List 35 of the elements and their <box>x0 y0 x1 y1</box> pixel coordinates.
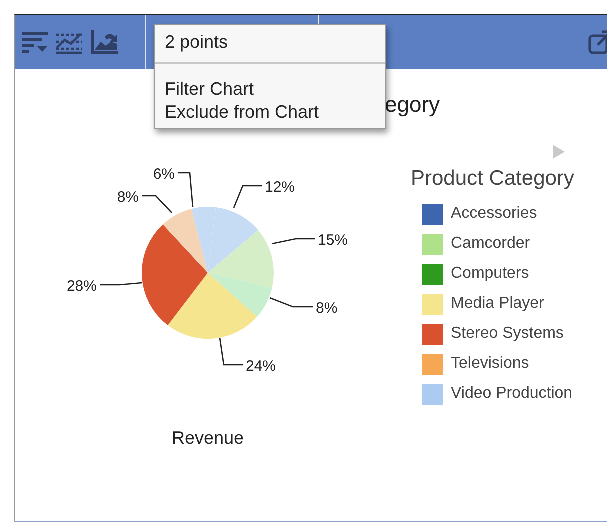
data-label: 15% <box>318 232 348 249</box>
menu-item[interactable]: Exclude from Chart <box>155 101 385 124</box>
legend-label: Computers <box>451 265 530 283</box>
menu-item[interactable]: Filter Chart <box>155 78 385 101</box>
legend-label: Televisions <box>451 355 530 373</box>
data-label: 8% <box>316 300 338 317</box>
area-chart-icon[interactable] <box>89 28 119 56</box>
leader-line <box>100 282 142 286</box>
data-label: 8% <box>117 189 139 206</box>
legend-label: Camcorder <box>451 235 530 253</box>
data-label: 6% <box>153 166 175 183</box>
chart-title: egory <box>385 92 440 118</box>
legend-label: Video Production <box>451 385 573 403</box>
data-label: 12% <box>265 179 296 196</box>
leader-line <box>272 238 315 245</box>
leader-line <box>270 297 313 308</box>
legend-label: Media Player <box>451 295 544 313</box>
pie-slice[interactable] <box>142 224 208 326</box>
leader-line <box>219 338 243 366</box>
menu-header: 2 points <box>164 31 230 54</box>
pie-slice[interactable] <box>192 207 216 273</box>
popout-icon[interactable] <box>587 28 607 56</box>
chart-caption: Revenue <box>170 428 246 449</box>
leader-line <box>233 185 262 208</box>
legend-title: Product Category <box>411 167 574 191</box>
leader-line <box>142 195 172 214</box>
data-label: 28% <box>66 278 97 295</box>
pie-slice[interactable] <box>168 273 258 339</box>
data-label: 24% <box>246 358 276 375</box>
legend-label: Stereo Systems <box>451 325 564 343</box>
play-icon[interactable] <box>552 144 566 160</box>
pie-slice[interactable] <box>163 209 208 273</box>
legend-label: Accessories <box>451 205 538 223</box>
sort-icon[interactable] <box>21 29 49 55</box>
leader-line <box>178 172 194 208</box>
